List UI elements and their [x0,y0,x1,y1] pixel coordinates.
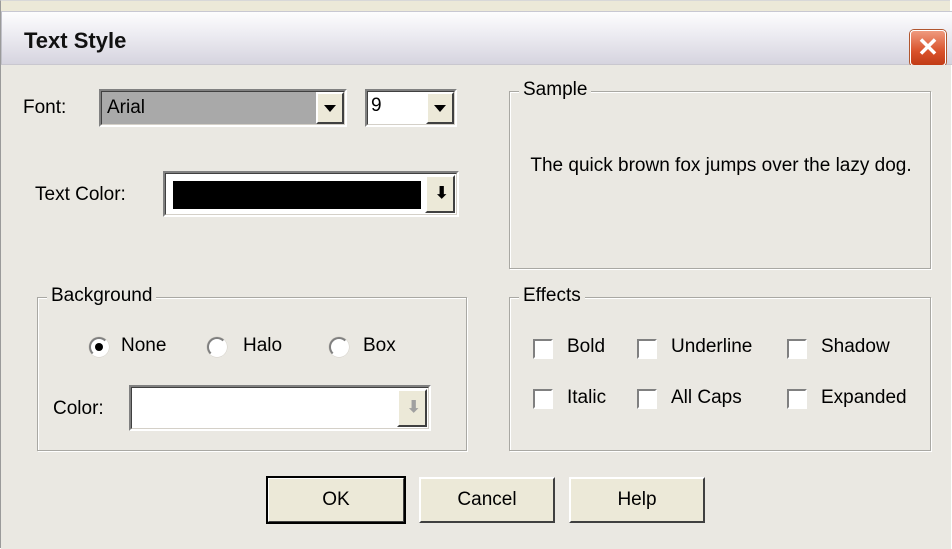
close-icon[interactable]: ✕ [910,30,946,66]
sample-group-title: Sample [519,79,592,101]
font-size-select[interactable]: 9 [365,89,457,127]
background-group-title: Background [47,285,157,307]
background-color-label: Color: [53,398,104,419]
radio-box-label: Box [363,335,396,356]
text-style-dialog: Text Style ✕ Font: Arial 9 Text Color: ⬇… [0,0,952,549]
checkbox-bold-label: Bold [567,336,606,357]
checkbox-bold[interactable] [533,339,553,359]
font-label-text: Font: [23,97,67,118]
checkbox-all-caps[interactable] [637,389,657,409]
background-color-dropdown-button: ⬇ [397,389,427,427]
text-color-dropdown-button[interactable]: ⬇ [425,175,455,213]
font-label: Font: [23,97,66,119]
text-color-label: Text Color: [35,184,126,205]
checkbox-italic-label: Italic [567,387,607,408]
ok-button[interactable]: OK [266,476,406,524]
checkbox-all-caps-label: All Caps [671,387,742,408]
checkbox-underline[interactable] [637,339,657,359]
effects-group-title: Effects [519,285,585,307]
checkbox-shadow[interactable] [787,339,807,359]
text-color-select[interactable]: ⬇ [163,171,459,217]
radio-box[interactable] [329,337,349,357]
checkbox-expanded-label: Expanded [821,387,907,408]
title-bar[interactable]: Text Style ✕ [1,11,952,66]
arrow-down-icon: ⬇ [435,185,449,202]
radio-none-label: None [121,335,167,356]
checkbox-underline-label: Underline [671,336,753,357]
sample-text: The quick brown fox jumps over the lazy … [530,155,912,176]
font-select[interactable]: Arial [99,89,347,127]
effects-group [509,297,931,451]
radio-halo[interactable] [207,337,227,357]
font-value: Arial [107,97,146,118]
radio-none[interactable] [89,337,109,357]
checkbox-italic[interactable] [533,389,553,409]
help-button[interactable]: Help [569,477,705,523]
checkbox-expanded[interactable] [787,389,807,409]
chevron-down-icon [434,105,446,112]
cancel-button[interactable]: Cancel [419,477,555,523]
radio-halo-label: Halo [243,335,283,356]
checkbox-shadow-label: Shadow [821,336,890,357]
font-size-value: 9 [371,95,382,116]
dialog-title: Text Style [24,28,127,53]
font-size-dropdown-button[interactable] [426,92,454,124]
arrow-down-icon: ⬇ [407,399,421,416]
text-color-swatch [173,181,421,209]
background-color-select[interactable]: ⬇ [129,385,431,431]
dialog-body: Font: Arial 9 Text Color: ⬇ Sample The q… [1,65,951,549]
chevron-down-icon [324,105,336,112]
font-dropdown-button[interactable] [316,92,344,124]
